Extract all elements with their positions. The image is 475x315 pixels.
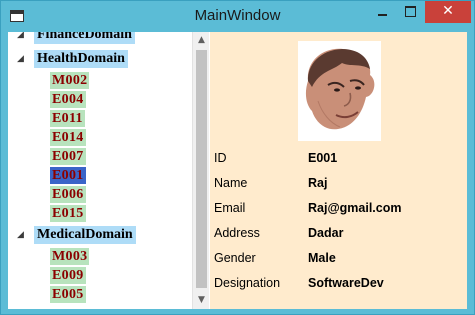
field-label: Gender [214, 251, 256, 265]
employee-id-label[interactable]: E011 [50, 110, 85, 127]
field-row-id: ID E001 [210, 147, 467, 172]
maximize-button[interactable] [397, 1, 423, 23]
field-row-address: Address Dadar [210, 222, 467, 247]
employee-id-label[interactable]: M002 [50, 72, 90, 89]
tree-item[interactable]: E006 [8, 185, 192, 204]
field-value: Male [308, 251, 336, 265]
employee-id-label[interactable]: E001 [50, 167, 86, 184]
close-icon: ✕ [442, 3, 454, 19]
person-photo-icon [298, 41, 381, 141]
tree-item[interactable]: E014 [8, 128, 192, 147]
tree-node-health[interactable]: ◢ HealthDomain [8, 47, 192, 71]
employee-id-label[interactable]: E005 [50, 286, 86, 303]
field-label: Address [214, 226, 260, 240]
employee-details-panel: ID E001 Name Raj Email Raj@gmail.com Add… [210, 32, 467, 309]
tree-item[interactable]: M002 [8, 71, 192, 90]
scroll-down-arrow-icon[interactable]: ▼ [193, 292, 210, 309]
field-row-designation: Designation SoftwareDev [210, 272, 467, 297]
field-label: Name [214, 176, 248, 190]
tree-item-selected[interactable]: E001 [8, 166, 192, 185]
domain-label[interactable]: HealthDomain [34, 50, 128, 68]
tree-item[interactable]: E004 [8, 90, 192, 109]
tree-item[interactable]: E007 [8, 147, 192, 166]
employee-id-label[interactable]: E015 [50, 205, 86, 222]
field-label: ID [214, 151, 227, 165]
domain-label[interactable]: MedicalDomain [34, 226, 136, 244]
tree-node-finance[interactable]: ◢ FinanceDomain [8, 32, 192, 47]
field-label: Email [214, 201, 246, 215]
close-button[interactable]: ✕ [425, 1, 471, 23]
field-row-gender: Gender Male [210, 247, 467, 272]
tree-item[interactable]: E005 [8, 285, 192, 304]
field-row-email: Email Raj@gmail.com [210, 197, 467, 222]
title-bar[interactable]: MainWindow ✕ [1, 1, 474, 32]
domain-label[interactable]: FinanceDomain [34, 32, 135, 44]
tree-item[interactable]: M003 [8, 247, 192, 266]
field-value: Dadar [308, 226, 344, 240]
tree-vertical-scrollbar[interactable]: ▲ ▼ [192, 32, 209, 309]
client-area: ◢ FinanceDomain ◢ HealthDomain M002 E004… [8, 32, 467, 309]
employee-id-label[interactable]: M003 [50, 248, 90, 265]
field-value: E001 [308, 151, 338, 165]
main-window: MainWindow ✕ ◢ FinanceDomain ◢ HealthDom… [0, 0, 475, 315]
tree-item[interactable]: E011 [8, 109, 192, 128]
minimize-button[interactable] [369, 1, 395, 23]
collapse-arrow-icon[interactable]: ◢ [17, 54, 24, 64]
scroll-up-arrow-icon[interactable]: ▲ [193, 32, 210, 49]
tree-item[interactable]: E009 [8, 266, 192, 285]
employee-id-label[interactable]: E007 [50, 148, 86, 165]
collapse-arrow-icon[interactable]: ◢ [17, 32, 24, 40]
field-row-name: Name Raj [210, 172, 467, 197]
field-value: Raj [308, 176, 328, 190]
collapse-arrow-icon[interactable]: ◢ [17, 230, 24, 240]
field-label: Designation [214, 276, 281, 290]
employee-id-label[interactable]: E014 [50, 129, 86, 146]
field-value: SoftwareDev [308, 276, 384, 290]
tree-node-medical[interactable]: ◢ MedicalDomain [8, 223, 192, 247]
field-value: Raj@gmail.com [308, 201, 402, 215]
employee-id-label[interactable]: E004 [50, 91, 86, 108]
domain-tree-view[interactable]: ◢ FinanceDomain ◢ HealthDomain M002 E004… [8, 32, 192, 309]
employee-photo [298, 41, 381, 141]
tree-item[interactable]: E015 [8, 204, 192, 223]
employee-id-label[interactable]: E009 [50, 267, 86, 284]
employee-id-label[interactable]: E006 [50, 186, 86, 203]
scrollbar-thumb[interactable] [196, 50, 207, 288]
